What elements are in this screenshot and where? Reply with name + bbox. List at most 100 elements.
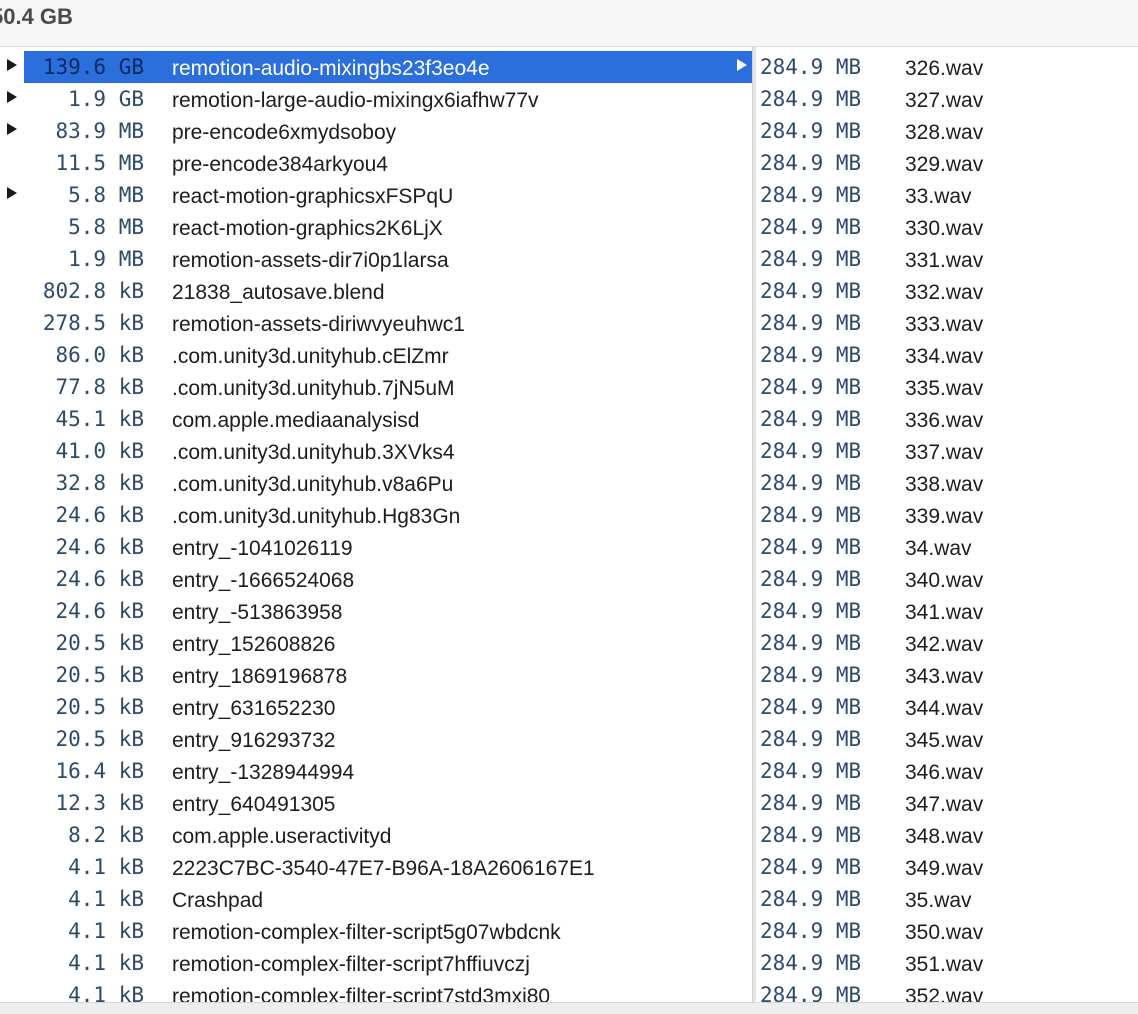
right-list-item-row[interactable]: 284.9 MB 333.wav bbox=[755, 307, 1138, 339]
left-list-item-row[interactable]: 5.8 MB react-motion-graphics2K6LjX bbox=[0, 211, 752, 243]
left-list-item-row[interactable]: 86.0 kB .com.unity3d.unityhub.cElZmr bbox=[0, 339, 752, 371]
right-list-item-name: 330.wav bbox=[905, 217, 984, 240]
left-list-item-row[interactable]: 24.6 kB .com.unity3d.unityhub.Hg83Gn bbox=[0, 499, 752, 531]
disclosure-triangle-icon[interactable] bbox=[7, 187, 17, 199]
right-list-item-size: 284.9 MB bbox=[760, 215, 862, 239]
disclosure-triangle-icon[interactable] bbox=[7, 91, 17, 103]
left-list-item-row[interactable]: 24.6 kB entry_-513863958 bbox=[0, 595, 752, 627]
left-list-item-name: react-motion-graphics2K6LjX bbox=[172, 217, 443, 240]
left-list-item-row[interactable]: 20.5 kB entry_1869196878 bbox=[0, 659, 752, 691]
right-list-item-row[interactable]: 284.9 MB 34.wav bbox=[755, 531, 1138, 563]
right-list-item-row[interactable]: 284.9 MB 345.wav bbox=[755, 723, 1138, 755]
left-list-item-name: entry_1869196878 bbox=[172, 665, 348, 688]
left-list-item-size: 24.6 kB bbox=[55, 503, 144, 527]
right-list-item-row[interactable]: 284.9 MB 337.wav bbox=[755, 435, 1138, 467]
left-list-item-row[interactable]: 5.8 MB react-motion-graphicsxFSPqU bbox=[0, 179, 752, 211]
right-list-item-row[interactable]: 284.9 MB 330.wav bbox=[755, 211, 1138, 243]
left-list-item-row[interactable]: 16.4 kB entry_-1328944994 bbox=[0, 755, 752, 787]
right-list-item-size: 284.9 MB bbox=[760, 375, 862, 399]
left-list-item-name: .com.unity3d.unityhub.3XVks4 bbox=[172, 441, 455, 464]
left-list-item-row[interactable]: 1.9 MB remotion-assets-dir7i0p1larsa bbox=[0, 243, 752, 275]
left-list-item-name: remotion-complex-filter-script7std3mxi80 bbox=[172, 985, 551, 1003]
right-list-item-row[interactable]: 284.9 MB 347.wav bbox=[755, 787, 1138, 819]
right-list-item-size: 284.9 MB bbox=[760, 631, 862, 655]
left-list-item-name: entry_-1041026119 bbox=[172, 537, 353, 560]
right-list-item-size: 284.9 MB bbox=[760, 695, 862, 719]
left-list-item-name: remotion-assets-diriwvyeuhwc1 bbox=[172, 313, 465, 336]
right-list-item-row[interactable]: 284.9 MB 326.wav bbox=[755, 51, 1138, 83]
left-list-item-size: 20.5 kB bbox=[55, 727, 144, 751]
horizontal-scrollbar[interactable] bbox=[0, 1002, 1138, 1014]
left-list-item-row[interactable]: 4.1 kB remotion-complex-filter-script7hff… bbox=[0, 947, 752, 979]
right-list-item-row[interactable]: 284.9 MB 35.wav bbox=[755, 883, 1138, 915]
left-list-item-row[interactable]: 4.1 kB remotion-complex-filter-script5g07… bbox=[0, 915, 752, 947]
right-list-item-name: 337.wav bbox=[905, 441, 984, 464]
left-list-item-row[interactable]: 45.1 kB com.apple.mediaanalysisd bbox=[0, 403, 752, 435]
left-list-item-name: .com.unity3d.unityhub.cElZmr bbox=[172, 345, 449, 368]
selected-row-expand-icon[interactable] bbox=[737, 59, 747, 71]
disclosure-triangle-icon[interactable] bbox=[7, 123, 17, 135]
left-list-item-name: pre-encode6xmydsoboy bbox=[172, 121, 397, 144]
right-list-item-row[interactable]: 284.9 MB 336.wav bbox=[755, 403, 1138, 435]
right-list-item-row[interactable]: 284.9 MB 343.wav bbox=[755, 659, 1138, 691]
left-list-item-row[interactable]: 8.2 kB com.apple.useractivityd bbox=[0, 819, 752, 851]
left-list-item-size: 802.8 kB bbox=[42, 279, 144, 303]
left-list-item-row[interactable]: 1.9 GB remotion-large-audio-mixingx6iafhw… bbox=[0, 83, 752, 115]
left-list-item-size: 41.0 kB bbox=[55, 439, 144, 463]
right-list-item-row[interactable]: 284.9 MB 338.wav bbox=[755, 467, 1138, 499]
right-list-item-row[interactable]: 284.9 MB 334.wav bbox=[755, 339, 1138, 371]
left-list-item-row[interactable]: 4.1 kB Crashpad bbox=[0, 883, 752, 915]
right-list-item-row[interactable]: 284.9 MB 33.wav bbox=[755, 179, 1138, 211]
right-list-item-row[interactable]: 284.9 MB 332.wav bbox=[755, 275, 1138, 307]
right-list-item-row[interactable]: 284.9 MB 352.wav bbox=[755, 979, 1138, 1003]
left-list-item-row[interactable]: 83.9 MB pre-encode6xmydsoboy bbox=[0, 115, 752, 147]
right-list-item-row[interactable]: 284.9 MB 346.wav bbox=[755, 755, 1138, 787]
right-list-item-row[interactable]: 284.9 MB 351.wav bbox=[755, 947, 1138, 979]
right-list-item-row[interactable]: 284.9 MB 328.wav bbox=[755, 115, 1138, 147]
left-list-item-row[interactable]: 139.6 GB remotion-audio-mixingbs23f3eo4e bbox=[0, 51, 752, 83]
left-list-item-row[interactable]: 24.6 kB entry_-1041026119 bbox=[0, 531, 752, 563]
left-list-item-row[interactable]: 12.3 kB entry_640491305 bbox=[0, 787, 752, 819]
disclosure-triangle-icon[interactable] bbox=[7, 59, 17, 71]
left-list-item-row[interactable]: 4.1 kB 2223C7BC-3540-47E7-B96A-18A2606167… bbox=[0, 851, 752, 883]
right-list-item-row[interactable]: 284.9 MB 344.wav bbox=[755, 691, 1138, 723]
left-list-item-row[interactable]: 4.1 kB remotion-complex-filter-script7std… bbox=[0, 979, 752, 1003]
right-list-item-size: 284.9 MB bbox=[760, 119, 862, 143]
right-list-item-row[interactable]: 284.9 MB 348.wav bbox=[755, 819, 1138, 851]
right-list-item-size: 284.9 MB bbox=[760, 343, 862, 367]
left-list-item-row[interactable]: 20.5 kB entry_152608826 bbox=[0, 627, 752, 659]
left-list-item-row[interactable]: 20.5 kB entry_631652230 bbox=[0, 691, 752, 723]
left-list-item-row[interactable]: 32.8 kB .com.unity3d.unityhub.v8a6Pu bbox=[0, 467, 752, 499]
right-file-list[interactable]: 284.9 MB 326.wav 284.9 MB 327.wav 284.9 MB 32… bbox=[755, 51, 1138, 1003]
right-list-item-name: 338.wav bbox=[905, 473, 984, 496]
left-list-item-row[interactable]: 20.5 kB entry_916293732 bbox=[0, 723, 752, 755]
left-list-item-name: Crashpad bbox=[172, 889, 264, 912]
left-list-item-row[interactable]: 11.5 MB pre-encode384arkyou4 bbox=[0, 147, 752, 179]
right-list-item-row[interactable]: 284.9 MB 349.wav bbox=[755, 851, 1138, 883]
left-list-item-row[interactable]: 41.0 kB .com.unity3d.unityhub.3XVks4 bbox=[0, 435, 752, 467]
right-list-item-row[interactable]: 284.9 MB 341.wav bbox=[755, 595, 1138, 627]
left-list-item-row[interactable]: 278.5 kB remotion-assets-diriwvyeuhwc1 bbox=[0, 307, 752, 339]
left-list-item-row[interactable]: 802.8 kB 21838_autosave.blend bbox=[0, 275, 752, 307]
left-list-item-size: 4.1 kB bbox=[68, 983, 144, 1003]
left-list-item-row[interactable]: 77.8 kB .com.unity3d.unityhub.7jN5uM bbox=[0, 371, 752, 403]
right-list-item-row[interactable]: 284.9 MB 340.wav bbox=[755, 563, 1138, 595]
left-list-item-size: 24.6 kB bbox=[55, 535, 144, 559]
right-list-item-row[interactable]: 284.9 MB 327.wav bbox=[755, 83, 1138, 115]
right-list-item-row[interactable]: 284.9 MB 329.wav bbox=[755, 147, 1138, 179]
right-list-item-size: 284.9 MB bbox=[760, 983, 862, 1003]
right-list-item-size: 284.9 MB bbox=[760, 535, 862, 559]
right-list-item-size: 284.9 MB bbox=[760, 311, 862, 335]
left-file-list[interactable]: 139.6 GB remotion-audio-mixingbs23f3eo4e 1… bbox=[0, 51, 752, 1003]
right-list-item-row[interactable]: 284.9 MB 350.wav bbox=[755, 915, 1138, 947]
right-list-item-row[interactable]: 284.9 MB 339.wav bbox=[755, 499, 1138, 531]
left-list-item-size: 16.4 kB bbox=[55, 759, 144, 783]
right-list-item-row[interactable]: 284.9 MB 342.wav bbox=[755, 627, 1138, 659]
right-list-item-row[interactable]: 284.9 MB 331.wav bbox=[755, 243, 1138, 275]
right-list-item-name: 340.wav bbox=[905, 569, 984, 592]
left-list-item-size: 20.5 kB bbox=[55, 695, 144, 719]
right-list-item-name: 331.wav bbox=[905, 249, 984, 272]
disk-usage-window: 50.4 GB 139.6 GB remotion-audio-mixingbs2… bbox=[0, 0, 1138, 1014]
left-list-item-row[interactable]: 24.6 kB entry_-1666524068 bbox=[0, 563, 752, 595]
right-list-item-row[interactable]: 284.9 MB 335.wav bbox=[755, 371, 1138, 403]
